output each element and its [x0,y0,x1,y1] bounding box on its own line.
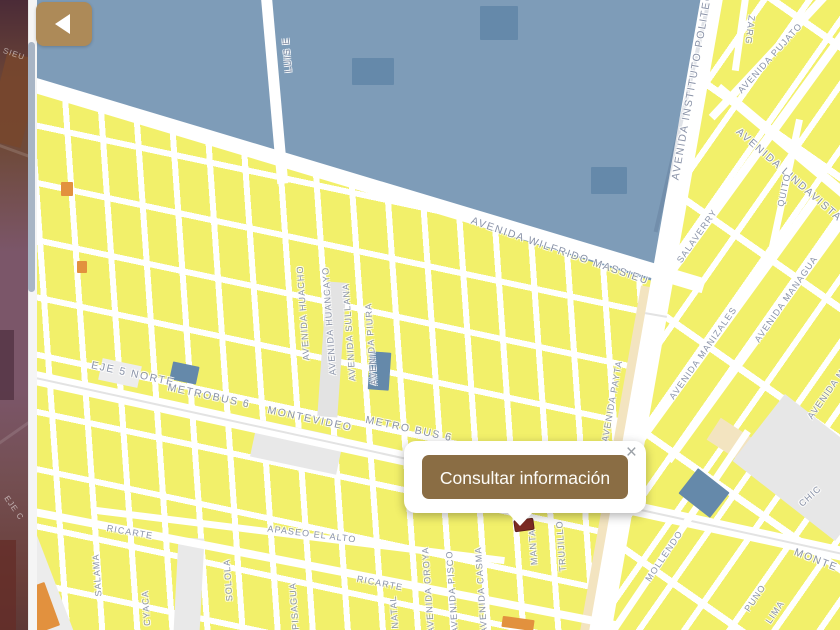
street-label: RICARTE [355,573,405,593]
street-label: MONTE [792,546,840,574]
sidebar-map-patch [0,51,28,149]
street-label: AVENIDA HUANCAYO [320,266,338,376]
sidebar-scrollbar-thumb[interactable] [28,42,35,292]
sidebar-map-patch [0,540,16,630]
street-label: MONTEVIDEO [266,404,354,434]
street-label: SOLOLA [221,558,235,602]
street-label: LUIS E [280,37,294,73]
street-label: RICARTE [105,522,155,542]
street-label: AVENIDA OROYA [419,546,437,630]
street-label: LIMA [763,598,787,626]
street-label: SALAMA [90,553,104,597]
sidebar-street-line [0,417,28,446]
street-label: AVENIDA SULLANA [340,282,358,382]
street-label: QUITO [775,172,793,208]
street-label: CYACA [139,589,153,627]
street-label: SALAVERRY [674,207,720,265]
street-label: AVENIDA HUACHO [294,265,312,361]
street-label: AVENIDA MANIZALES [667,304,739,402]
street-label: TRUJILLO [554,520,568,572]
chevron-left-icon [55,14,70,34]
street-label: MANTA [526,528,540,566]
street-label: AVENIDA MATAN [805,345,840,421]
street-label: METROBUS 6 [166,381,252,411]
collapse-panel-button[interactable] [36,2,92,46]
street-label: PISAGUA [287,581,301,630]
street-label: MOLLENDO [643,528,685,584]
street-labels-layer: LUIS E AVENIDA WILFRIDO MASSIEU AVENIDA IN… [0,0,840,630]
street-label: METRO BUS 6 [364,413,454,445]
street-label: ZARG [743,14,757,46]
street-label: AVENIDA PIURA [363,302,379,386]
street-label: NATAL [387,595,401,629]
street-label: AVENIDA MANAGUA [752,254,820,344]
sidebar-map-patch [0,330,14,400]
street-label: AVENIDA INSTITUTO POLITEC [669,0,715,181]
street-label: AVENIDA CASMA [472,546,490,630]
map-canvas[interactable]: LUIS E AVENIDA WILFRIDO MASSIEU AVENIDA IN… [0,0,840,630]
street-label: AVENIDA PISCO [444,550,460,630]
street-label: APASEO EL ALTO [266,523,358,545]
street-label: CHIC [796,483,824,509]
close-icon[interactable]: × [626,443,637,462]
street-label: AVENIDA PAYTA [599,359,625,443]
map-popup: Consultar información × [404,441,646,526]
street-label: PUNO [742,582,768,614]
consult-info-button[interactable]: Consultar información [422,455,628,499]
map-viewport: LUIS E AVENIDA WILFRIDO MASSIEU AVENIDA IN… [0,0,840,630]
street-label: AVENIDA WILFRIDO MASSIEU [469,214,651,288]
collapsed-sidebar-panel: SIEU EJE C [0,0,28,630]
street-label: EJE 5 NORTE [90,359,176,389]
sidebar-street-label: EJE C [2,494,26,522]
